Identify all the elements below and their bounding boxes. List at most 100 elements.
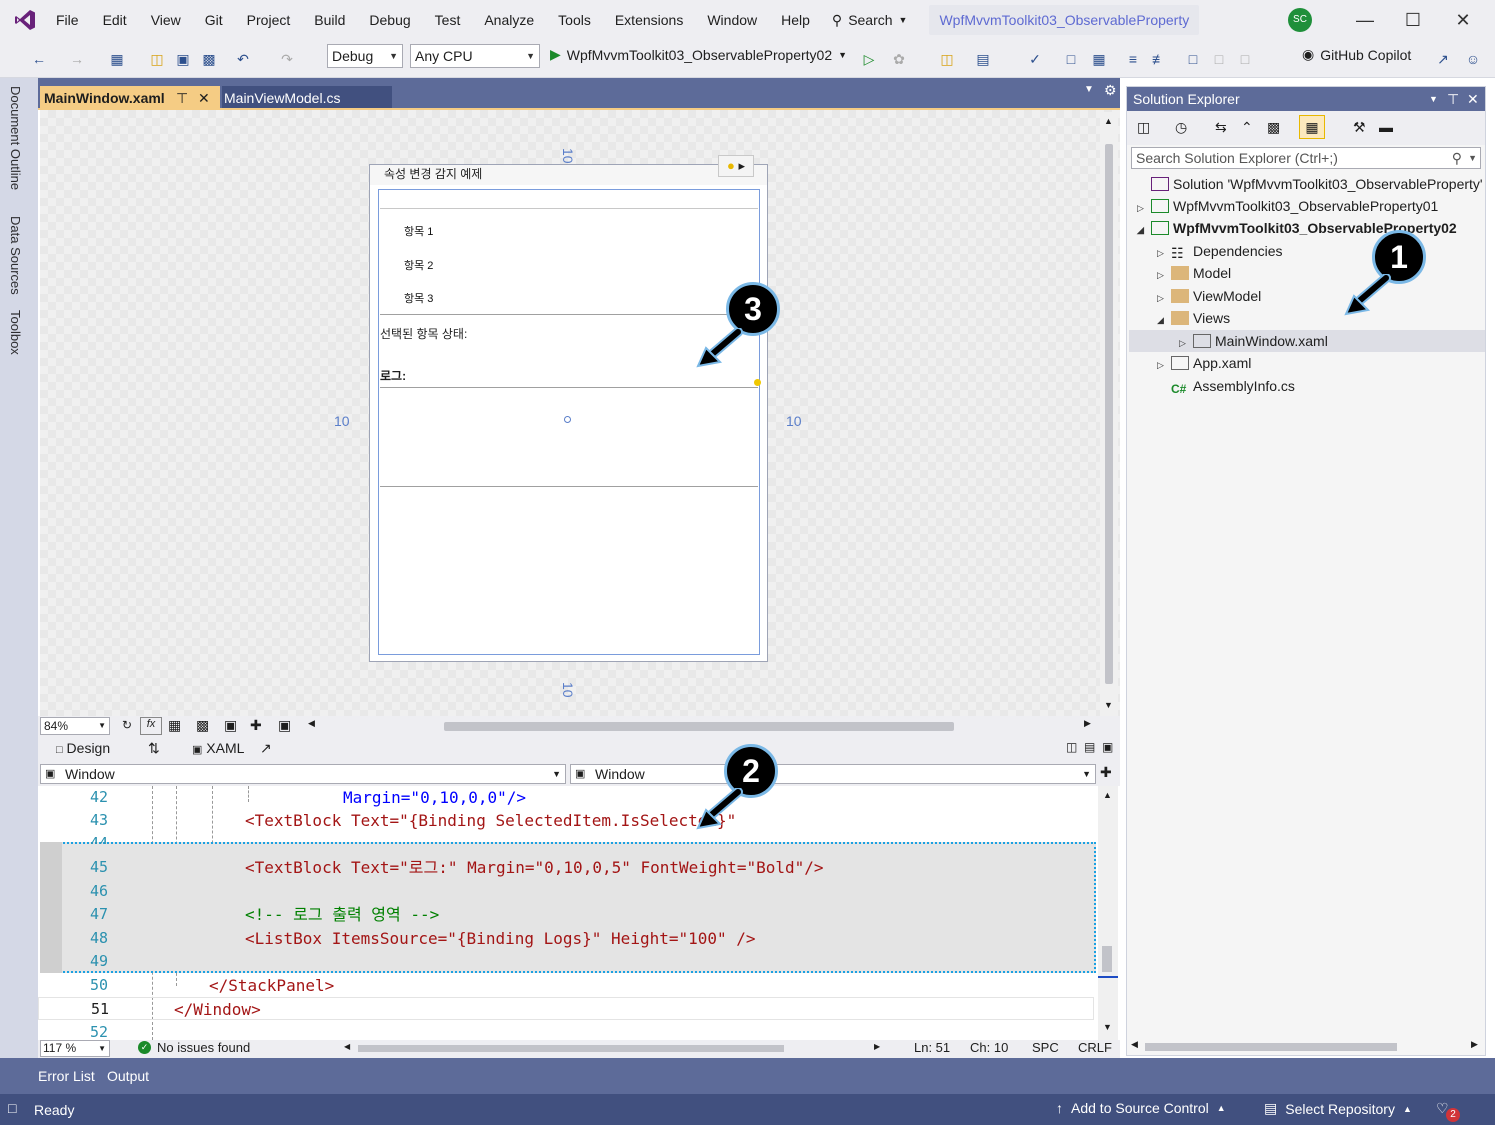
save-all-icon[interactable]: ▩ — [198, 48, 220, 70]
scroll-thumb[interactable] — [1102, 946, 1112, 972]
visual-studio-logo-icon[interactable] — [6, 0, 44, 40]
menu-test[interactable]: Test — [423, 0, 473, 40]
issues-indicator[interactable]: ✓ No issues found — [138, 1040, 250, 1055]
collapse-all-icon[interactable]: ⌃ — [1241, 119, 1253, 136]
scroll-right-icon[interactable]: ▶ — [874, 1042, 880, 1051]
switch-views-icon[interactable]: ⇆ — [1215, 119, 1227, 136]
scroll-right-icon[interactable]: ▶ — [1084, 718, 1091, 729]
menu-extensions[interactable]: Extensions — [603, 0, 695, 40]
menu-help[interactable]: Help — [769, 0, 822, 40]
track-active-icon[interactable]: ▦ — [1299, 115, 1325, 139]
solution-search-input[interactable]: Search Solution Explorer (Ctrl+;) ⚲ ▼ — [1131, 147, 1481, 169]
lightbulb-icon[interactable]: ● ▸ — [718, 155, 754, 177]
tree-folder-views[interactable]: ◢ Views — [1157, 307, 1230, 329]
feedback-icon[interactable]: ☺ — [1462, 48, 1484, 70]
artboard-icon[interactable]: ▣ — [224, 717, 237, 734]
tab-toolbox[interactable]: Toolbox — [8, 310, 23, 355]
snap-lines-icon[interactable]: ✚ — [250, 717, 262, 734]
editor-vertical-scrollbar[interactable]: ▲ ▼ — [1098, 786, 1118, 1040]
code-line-current[interactable]: 51 </Window> — [38, 997, 1094, 1020]
tree-dependencies[interactable]: ▷ ☷ Dependencies — [1157, 240, 1283, 262]
vertical-split-icon[interactable]: ◫ — [1066, 740, 1077, 754]
pin-icon[interactable]: ⊤ — [1447, 87, 1459, 111]
tab-mainwindow-xaml[interactable]: MainWindow.xaml ⊤ ✕ — [40, 86, 220, 110]
properties-wrench-icon[interactable]: ⚒ — [1353, 119, 1366, 136]
scroll-thumb[interactable] — [358, 1045, 784, 1052]
tab-xaml[interactable]: ▣ XAML — [192, 740, 244, 756]
grid-icon[interactable]: ▦ — [168, 717, 181, 734]
code-line[interactable]: 52 — [38, 1021, 1098, 1040]
list-item[interactable]: 항목 3 — [404, 290, 433, 306]
tab-output[interactable]: Output — [107, 1068, 149, 1084]
code-line[interactable]: 42 Margin="0,10,0,0"/> — [38, 786, 1098, 809]
align-icon[interactable]: □ — [1060, 48, 1082, 70]
hot-reload-icon[interactable]: ✿ — [888, 48, 910, 70]
tree-file-mainwindow-xaml[interactable]: ▷ MainWindow.xaml — [1129, 330, 1485, 352]
menu-debug[interactable]: Debug — [357, 0, 422, 40]
tab-document-outline[interactable]: Document Outline — [8, 86, 23, 190]
swap-panes-icon[interactable]: ⇅ — [148, 740, 160, 757]
code-line[interactable]: 46 — [38, 880, 1098, 903]
folder-icon[interactable]: ◫ — [936, 48, 958, 70]
listbox-items[interactable]: 항목 1 항목 2 항목 3 — [380, 209, 758, 315]
redo-icon[interactable]: ↷ — [276, 48, 298, 70]
layout-icon[interactable]: ▤ — [972, 48, 994, 70]
popout-icon[interactable]: ↗ — [260, 740, 272, 757]
menu-edit[interactable]: Edit — [91, 0, 139, 40]
menu-view[interactable]: View — [139, 0, 193, 40]
save-icon[interactable]: ▣ — [172, 48, 194, 70]
uncomment-icon[interactable]: ≢ — [1148, 48, 1170, 70]
member-navigation-select[interactable]: ▣ Window ▼ — [570, 764, 1096, 784]
close-icon[interactable]: ✕ — [198, 86, 210, 110]
scroll-right-icon[interactable]: ▶ — [1471, 1039, 1478, 1050]
open-folder-icon[interactable]: ◫ — [146, 48, 168, 70]
tab-design[interactable]: □ Design — [56, 740, 110, 756]
menu-git[interactable]: Git — [193, 0, 235, 40]
whitespace-mode[interactable]: SPC — [1032, 1040, 1059, 1055]
menu-analyze[interactable]: Analyze — [472, 0, 546, 40]
list-item[interactable]: 항목 1 — [404, 223, 433, 239]
scroll-thumb[interactable] — [444, 722, 954, 731]
spell-icon[interactable]: ✓ — [1024, 48, 1046, 70]
tree-solution[interactable]: Solution 'WpfMvvmToolkit03_ObservablePro… — [1137, 173, 1483, 195]
tree-folder-viewmodel[interactable]: ▷ ViewModel — [1157, 285, 1261, 307]
menu-tools[interactable]: Tools — [546, 0, 603, 40]
start-debug-button[interactable]: ▶ WpfMvvmToolkit03_ObservableProperty02 … — [550, 46, 847, 63]
type-navigation-select[interactable]: ▣ Window ▼ — [40, 764, 566, 784]
tab-list-icon[interactable]: ▼ — [1084, 84, 1094, 95]
avatar[interactable]: SC — [1288, 8, 1312, 32]
log-listbox[interactable] — [380, 387, 758, 487]
designer-horizontal-scrollbar[interactable]: ◀ ▶ — [308, 718, 1108, 734]
sync-icon[interactable]: ◫ — [1137, 119, 1150, 136]
new-project-icon[interactable]: ▦ — [106, 48, 128, 70]
share-icon[interactable]: ↗ — [1432, 48, 1454, 70]
code-line[interactable]: 47 <!-- 로그 출력 영역 --> — [38, 903, 1098, 926]
scroll-down-icon[interactable]: ▼ — [1104, 700, 1113, 710]
search-button[interactable]: ⚲ Search ▼ — [822, 0, 918, 40]
scroll-up-icon[interactable]: ▲ — [1104, 116, 1113, 126]
pin-icon[interactable]: ⊤ — [176, 86, 188, 110]
forward-icon[interactable]: → — [66, 48, 88, 70]
bookmark-icon[interactable]: □ — [1182, 48, 1204, 70]
bookmark-next-icon[interactable]: □ — [1234, 48, 1256, 70]
panel-menu-icon[interactable]: ▼ — [1429, 87, 1438, 111]
menu-build[interactable]: Build — [302, 0, 357, 40]
tab-mainviewmodel-cs[interactable]: MainViewModel.cs — [222, 86, 392, 110]
select-repository-button[interactable]: ▤ Select Repository ▲ — [1264, 1100, 1412, 1117]
comment-icon[interactable]: ≡ — [1122, 48, 1144, 70]
code-line[interactable]: 43 <TextBlock Text="{Binding SelectedItem… — [38, 809, 1098, 832]
column-number[interactable]: Ch: 10 — [970, 1040, 1008, 1055]
tree-file-app-xaml[interactable]: ▷ App.xaml — [1157, 352, 1251, 374]
code-line[interactable]: 44 — [38, 832, 1098, 844]
list-item[interactable]: 항목 2 — [404, 257, 433, 273]
maximize-button[interactable]: ☐ — [1390, 0, 1436, 40]
grid-snap-icon[interactable]: ▩ — [196, 717, 209, 734]
code-line[interactable]: 50 </StackPanel> — [38, 974, 1098, 997]
scroll-left-icon[interactable]: ◀ — [1131, 1039, 1138, 1050]
close-icon[interactable]: ✕ — [1467, 87, 1479, 111]
back-icon[interactable]: ← — [28, 48, 50, 70]
device-icon[interactable]: ▣ — [278, 717, 291, 734]
line-ending[interactable]: CRLF — [1078, 1040, 1112, 1055]
scroll-up-icon[interactable]: ▲ — [1103, 790, 1112, 800]
line-number[interactable]: Ln: 51 — [914, 1040, 950, 1055]
